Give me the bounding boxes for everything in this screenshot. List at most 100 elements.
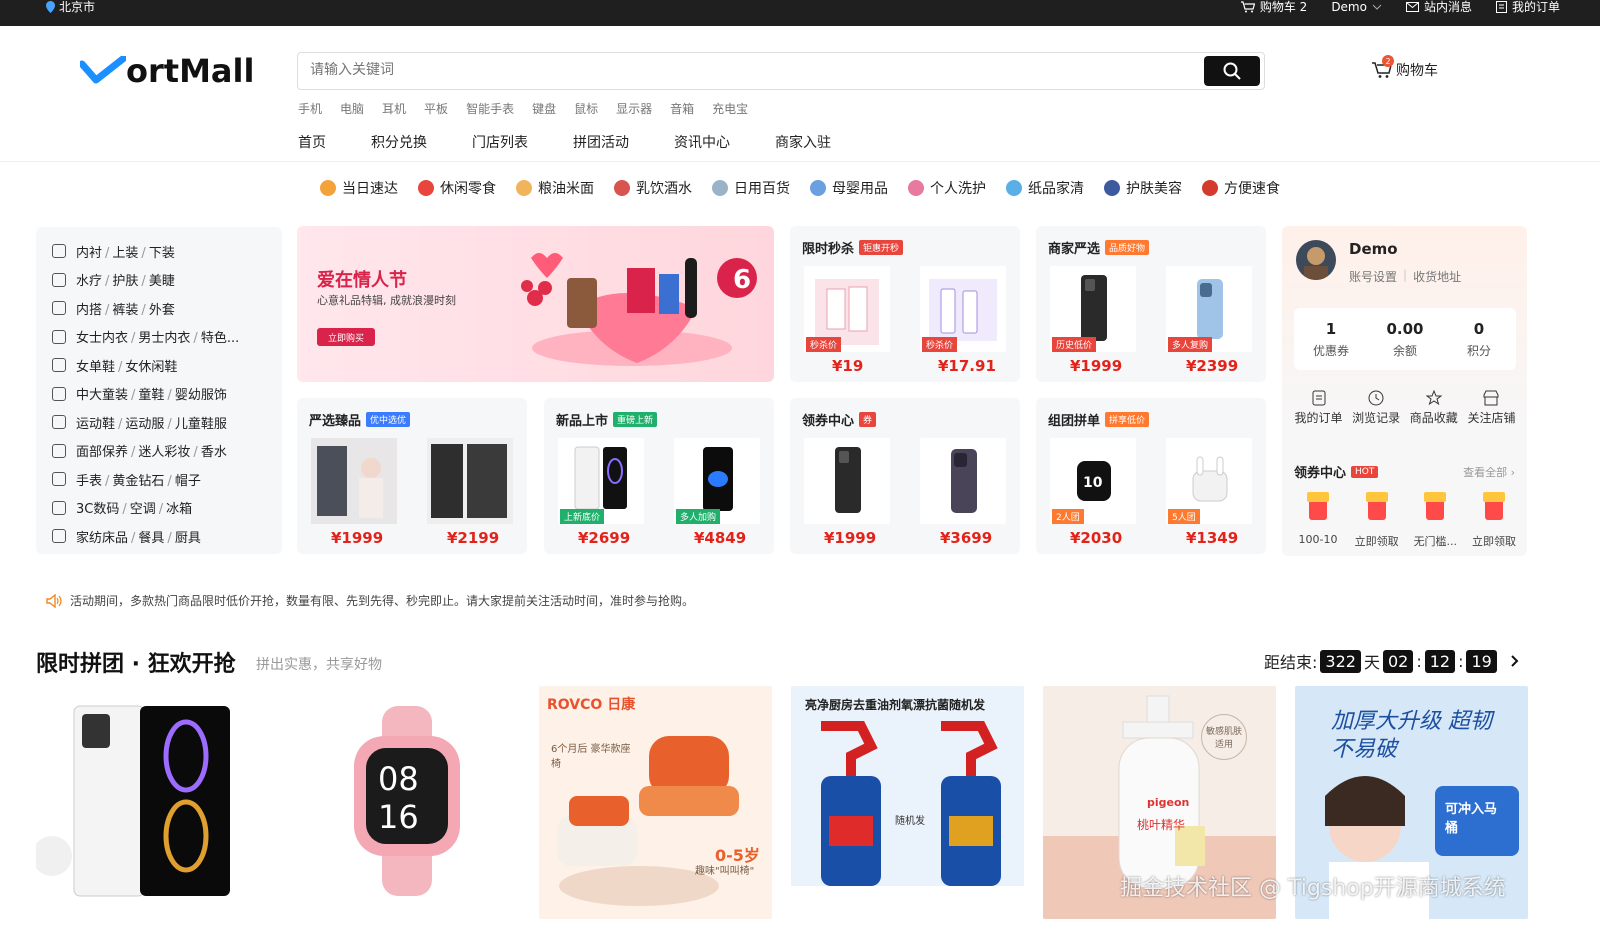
topbar-cart-link[interactable]: 购物车 2 — [1240, 0, 1307, 14]
product-image[interactable]: 5人团 — [1166, 438, 1252, 524]
sidebar-link[interactable]: 水疗 — [76, 274, 102, 289]
goods-card[interactable]: 亮净厨房去重油剂氧漂抗菌随机发 随机发 — [791, 686, 1024, 919]
category-item[interactable]: 个人洗护 — [908, 178, 986, 198]
nav-item[interactable]: 商家入驻 — [775, 132, 831, 152]
hot-keyword[interactable]: 电脑 — [340, 100, 364, 117]
sidebar-link[interactable]: 餐具 — [138, 531, 164, 546]
view-all-link[interactable]: 查看全部 › — [1463, 464, 1515, 480]
sidebar-link[interactable]: 黄金钻石 — [112, 474, 164, 489]
search-input[interactable] — [310, 62, 1190, 78]
nav-item[interactable]: 拼团活动 — [573, 132, 629, 152]
topbar-user-menu[interactable]: Demo — [1331, 0, 1382, 14]
avatar[interactable] — [1296, 240, 1336, 280]
select-goods-card[interactable]: 严选臻品 优中选优 ¥1999 ¥2199 — [297, 398, 527, 554]
sidebar-link[interactable]: 厨具 — [175, 531, 201, 546]
location-selector[interactable]: 北京市 — [46, 0, 95, 14]
topbar-messages-link[interactable]: 站内消息 — [1405, 0, 1472, 14]
sidebar-link[interactable]: 运动服 — [125, 417, 164, 432]
category-item[interactable]: 母婴用品 — [810, 178, 888, 198]
category-item[interactable]: 休闲零食 — [418, 178, 496, 198]
balance-stat[interactable]: 0.00 余额 — [1368, 308, 1442, 370]
sidebar-link[interactable]: 护肤 — [112, 274, 138, 289]
product-image[interactable]: 多人复购 — [1166, 266, 1252, 352]
sidebar-link[interactable]: 女单鞋 — [76, 360, 115, 375]
sidebar-link[interactable]: 男士内衣 — [138, 331, 190, 346]
sidebar-link[interactable]: 女士内衣 — [76, 331, 128, 346]
sidebar-link[interactable]: 裤装 — [112, 303, 138, 318]
flash-sale-card[interactable]: 限时秒杀 钜惠开秒 秒杀价 ¥19 秒杀价 ¥17.91 — [790, 226, 1020, 382]
account-settings-link[interactable]: 账号设置 — [1349, 268, 1397, 285]
sidebar-link[interactable]: 面部保养 — [76, 445, 128, 460]
coupon-goods-card[interactable]: 领券中心券 ¥1999 ¥3699 — [790, 398, 1020, 554]
product-image[interactable]: 秒杀价 — [804, 266, 890, 352]
category-item[interactable]: 纸品家清 — [1006, 178, 1084, 198]
banner-buy-button[interactable]: 立即购买 — [317, 328, 375, 346]
category-item[interactable]: 粮油米面 — [516, 178, 594, 198]
hot-keyword[interactable]: 手机 — [298, 100, 322, 117]
sidebar-link[interactable]: 运动鞋 — [76, 417, 115, 432]
product-image[interactable]: 10 2人团 — [1050, 438, 1136, 524]
sidebar-link[interactable]: 下装 — [149, 246, 175, 261]
category-item[interactable]: 护肤美容 — [1104, 178, 1182, 198]
hot-keyword[interactable]: 耳机 — [382, 100, 406, 117]
product-image[interactable]: 秒杀价 — [920, 266, 1006, 352]
category-item[interactable]: 日用百货 — [712, 178, 790, 198]
coupon-item[interactable]: 无门槛... — [1407, 490, 1463, 549]
sidebar-link[interactable]: 空调 — [130, 502, 156, 517]
hot-keyword[interactable]: 智能手表 — [466, 100, 514, 117]
sidebar-link[interactable]: 特色... — [201, 331, 239, 346]
goods-card[interactable]: ROVCO 日康 6个月后 豪华款座椅 0-5岁 趣味"叫叫椅" — [539, 686, 772, 919]
sidebar-link[interactable]: 冰箱 — [166, 502, 192, 517]
product-image[interactable] — [920, 438, 1006, 524]
nav-item[interactable]: 首页 — [298, 132, 326, 152]
product-image[interactable] — [311, 438, 397, 524]
hot-keyword[interactable]: 鼠标 — [574, 100, 598, 117]
favorites-shortcut[interactable]: 商品收藏 — [1405, 389, 1462, 426]
sidebar-link[interactable]: 外套 — [149, 303, 175, 318]
history-shortcut[interactable]: 浏览记录 — [1348, 390, 1405, 426]
site-logo[interactable]: ortMall — [80, 52, 254, 90]
sidebar-link[interactable]: 上装 — [112, 246, 138, 261]
hot-keyword[interactable]: 充电宝 — [712, 100, 748, 117]
coupon-item[interactable]: 立即领取 — [1466, 490, 1522, 549]
coupon-item[interactable]: 立即领取 — [1349, 490, 1405, 549]
goods-card[interactable]: 08 16 — [290, 686, 523, 919]
new-arrival-card[interactable]: 新品上市 重磅上新 上新底价 ¥2699 多人加购 ¥4849 — [544, 398, 774, 554]
group-buy-card[interactable]: 组团拼单 拼享低价 10 2人团 ¥2030 5人团 ¥1349 — [1036, 398, 1266, 554]
category-item[interactable]: 当日速达 — [320, 178, 398, 198]
product-image[interactable]: 历史低价 — [1050, 266, 1136, 352]
nav-item[interactable]: 积分兑换 — [371, 132, 427, 152]
sidebar-link[interactable]: 内搭 — [76, 303, 102, 318]
nav-item[interactable]: 门店列表 — [472, 132, 528, 152]
sidebar-link[interactable]: 童鞋 — [138, 388, 164, 403]
sidebar-link[interactable]: 迷人彩妆 — [138, 445, 190, 460]
hot-keyword[interactable]: 显示器 — [616, 100, 652, 117]
sidebar-link[interactable]: 美睫 — [149, 274, 175, 289]
hot-keyword[interactable]: 平板 — [424, 100, 448, 117]
chevron-right-icon[interactable] — [1508, 654, 1522, 668]
hot-keyword[interactable]: 音箱 — [670, 100, 694, 117]
followed-stores-shortcut[interactable]: 关注店铺 — [1463, 390, 1520, 426]
category-item[interactable]: 乳饮酒水 — [614, 178, 692, 198]
promo-banner[interactable]: 爱在情人节 心意礼品特辑, 成就浪漫时刻 立即购买 6 — [297, 226, 774, 382]
sidebar-link[interactable]: 香水 — [201, 445, 227, 460]
sidebar-link[interactable]: 中大童装 — [76, 388, 128, 403]
sidebar-link[interactable]: 婴幼服饰 — [175, 388, 227, 403]
sidebar-link[interactable]: 手表 — [76, 474, 102, 489]
header-cart[interactable]: 2 购物车 — [1372, 55, 1438, 80]
sidebar-link[interactable]: 内衬 — [76, 246, 102, 261]
sidebar-link[interactable]: 帽子 — [175, 474, 201, 489]
category-item[interactable]: 方便速食 — [1202, 178, 1280, 198]
sidebar-link[interactable]: 女休闲鞋 — [125, 360, 177, 375]
product-image[interactable] — [427, 438, 513, 524]
merchant-select-card[interactable]: 商家严选 品质好物 历史低价 ¥1999 多人复购 ¥2399 — [1036, 226, 1266, 382]
coupon-item[interactable]: 100-10 — [1290, 490, 1346, 549]
address-link[interactable]: 收货地址 — [1413, 268, 1461, 285]
product-image[interactable]: 上新底价 — [558, 438, 644, 524]
sidebar-link[interactable]: 家纺床品 — [76, 531, 128, 546]
nav-item[interactable]: 资讯中心 — [674, 132, 730, 152]
my-orders-shortcut[interactable]: 我的订单 — [1290, 390, 1347, 426]
product-image[interactable] — [804, 438, 890, 524]
sidebar-link[interactable]: 3C数码 — [76, 502, 119, 517]
goods-card[interactable] — [36, 686, 269, 919]
